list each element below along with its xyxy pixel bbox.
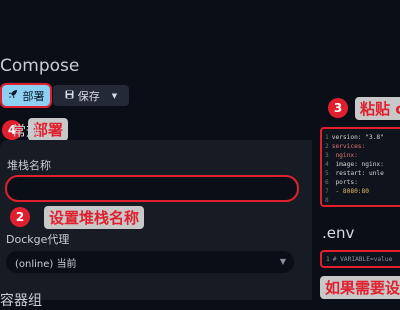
save-icon <box>65 89 74 102</box>
save-button-label: 保存 <box>77 89 100 103</box>
code-line: 2 services: <box>325 143 366 150</box>
chevron-down-icon[interactable]: ▼ <box>112 92 117 100</box>
annotation-badge-3: 3 <box>328 98 348 118</box>
code-line: 4 image: nginx: <box>325 161 384 168</box>
env-editor[interactable]: 1 # VARIABLE=value <box>320 250 400 268</box>
deploy-button-label: 部署 <box>22 89 45 103</box>
code-line: 3 nginx: <box>325 152 358 159</box>
deploy-button[interactable]: 部署 <box>0 83 52 108</box>
stack-name-input[interactable] <box>5 175 299 202</box>
container-section-heading: 容器组 <box>0 293 42 309</box>
code-line: 8 <box>325 197 329 204</box>
stack-name-label: 堆栈名称 <box>7 159 51 172</box>
page-title: Compose <box>0 56 80 76</box>
save-button[interactable]: 保存 ▼ <box>53 85 129 106</box>
env-title: .env <box>322 224 355 242</box>
code-line: 6 ports: <box>325 179 358 186</box>
code-line: 7 - 8080:80 <box>325 188 369 195</box>
chevron-down-icon: ▼ <box>279 257 286 266</box>
proxy-select[interactable]: (online) 当前 ▼ <box>6 251 294 273</box>
annotation-callout-env: 如果需要设 <box>320 276 400 299</box>
code-line: 5 restart: unle <box>325 170 384 177</box>
compose-yaml-editor[interactable]: 1 version: "3.8" 2 services: 3 nginx: 4 im… <box>320 127 400 207</box>
code-line: 1 version: "3.8" <box>325 134 384 141</box>
rocket-icon <box>8 89 18 102</box>
annotation-callout-paste: 粘贴 c <box>355 97 400 120</box>
annotation-callout-stack-name: 设置堆栈名称 <box>44 206 145 229</box>
annotation-badge-2: 2 <box>10 207 30 227</box>
proxy-select-value: (online) 当前 <box>15 258 77 270</box>
proxy-label: Dockge代理 <box>6 233 70 246</box>
general-heading: 常规 <box>12 124 40 140</box>
